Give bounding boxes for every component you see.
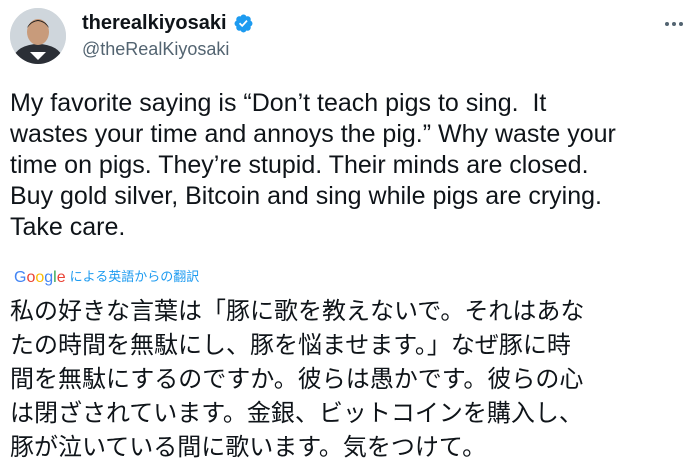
more-options-icon[interactable] (660, 14, 688, 34)
tweet-text: My favorite saying is “Don’t teach pigs … (10, 89, 616, 241)
translated-text: 私の好きな言葉は「豚に歌を教えないで。それはあな たの時間を無駄にし、豚を悩ませ… (10, 297, 585, 461)
google-logo: Google (14, 269, 66, 286)
avatar[interactable] (10, 8, 66, 64)
translation-label[interactable]: による英語からの翻訳 (70, 268, 200, 288)
verified-badge-icon (234, 14, 252, 32)
author-display-name[interactable]: therealkiyosaki (82, 11, 227, 35)
author-name-row: therealkiyosaki (82, 11, 254, 35)
author-handle[interactable]: @theRealKiyosaki (82, 38, 229, 60)
translation-attribution[interactable]: Google による英語からの翻訳 (14, 268, 199, 288)
avatar-photo (10, 8, 66, 64)
